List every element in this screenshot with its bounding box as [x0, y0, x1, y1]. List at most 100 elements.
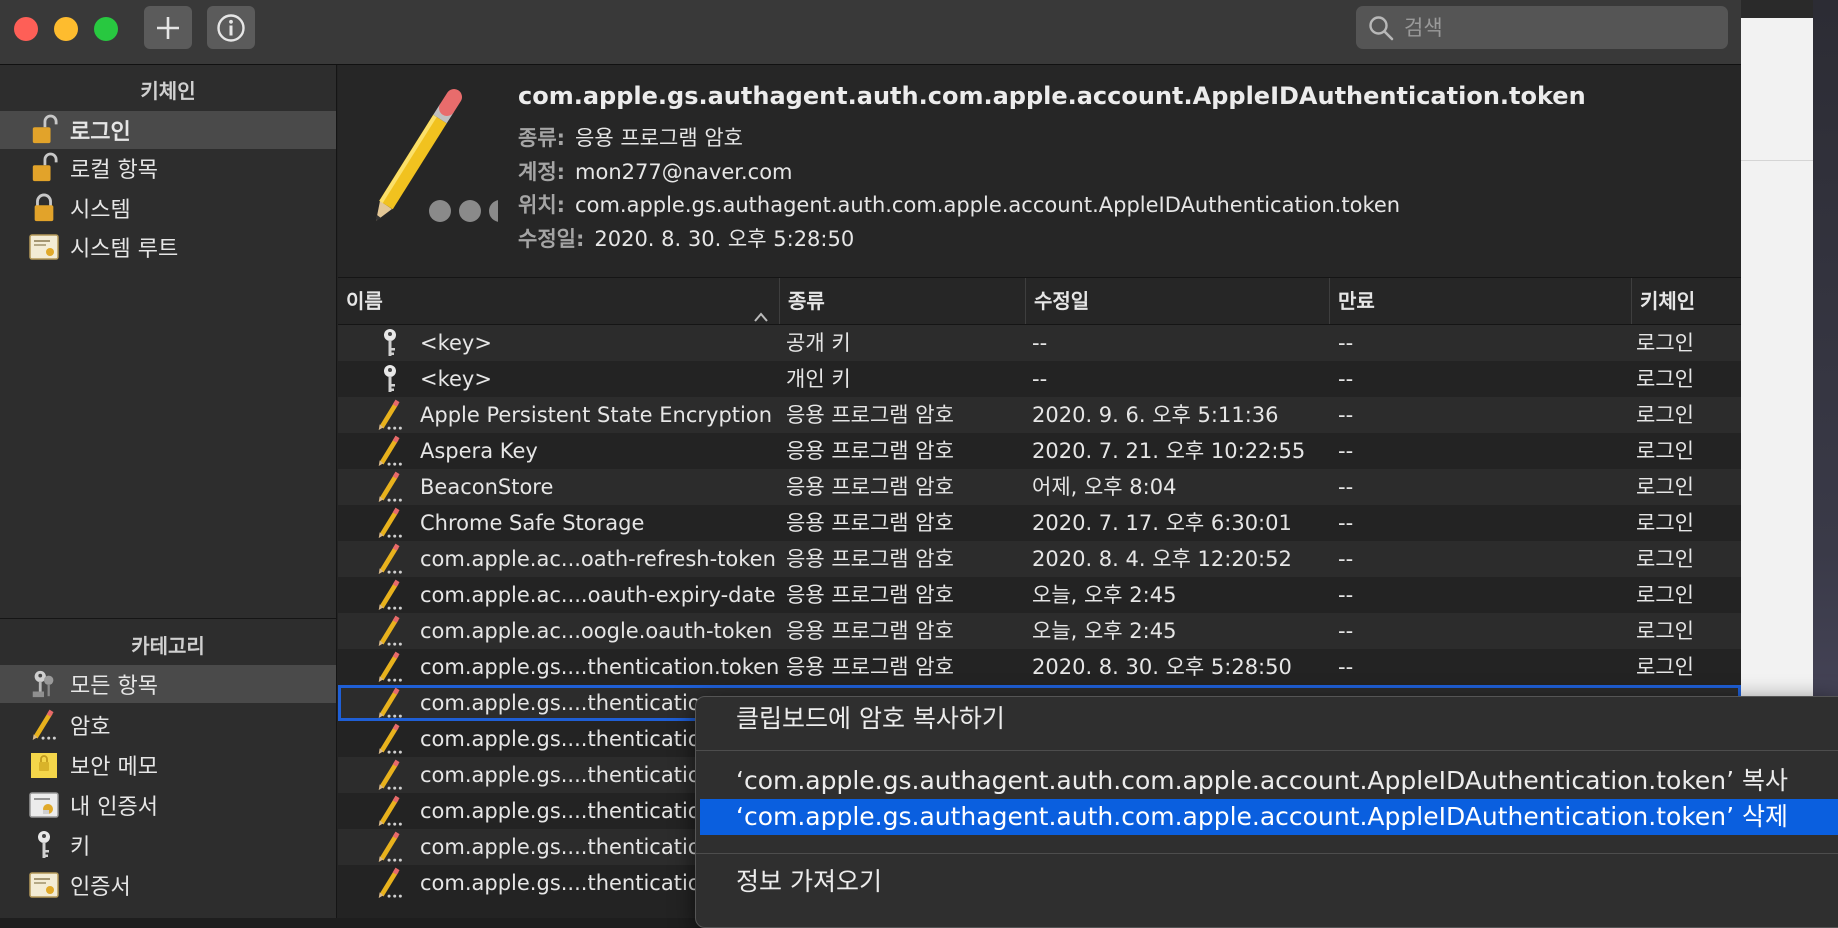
- column-header-modified[interactable]: 수정일: [1026, 278, 1330, 324]
- search-input[interactable]: [1402, 12, 1706, 44]
- expires-cell: --: [1338, 547, 1354, 571]
- column-header-label: 키체인: [1640, 289, 1696, 313]
- expires-cell: --: [1338, 475, 1354, 499]
- sidebar-item-login[interactable]: 로그인: [0, 111, 336, 149]
- column-header-kind[interactable]: 종류: [780, 278, 1026, 324]
- zoom-window-button[interactable]: [94, 17, 118, 41]
- key-icon: [375, 361, 405, 397]
- pencil-icon: [375, 433, 405, 469]
- sidebar-item-certificates[interactable]: 인증서: [0, 866, 336, 904]
- certificate-icon: [24, 230, 64, 264]
- keychains-section-title: 키체인: [140, 79, 196, 103]
- sidebar-item-label: 보안 메모: [70, 755, 158, 780]
- column-header-label: 만료: [1338, 289, 1375, 313]
- sidebar-item-label: 로컬 항목: [70, 158, 158, 183]
- modified-cell: 오늘, 오후 2:45: [1032, 583, 1177, 607]
- key-icon: [375, 325, 405, 361]
- where-row: 위치: com.apple.gs.authagent.auth.com.apple…: [518, 189, 1400, 219]
- menu-separator: [696, 750, 1838, 751]
- lock-open-icon: [24, 151, 64, 185]
- modified-cell: 2020. 7. 17. 오후 6:30:01: [1032, 511, 1292, 535]
- sidebar-item-label: 모든 항목: [70, 674, 158, 699]
- table-row[interactable]: Chrome Safe Storage 응용 프로그램 암호 2020. 7. 17…: [338, 505, 1741, 541]
- pencil-icon: [375, 829, 405, 865]
- pencil-icon: [375, 505, 405, 541]
- kind-label: 종류:: [518, 126, 566, 150]
- expires-cell: --: [1338, 439, 1354, 463]
- account-row: 계정: mon277@naver.com: [518, 156, 793, 186]
- where-value: com.apple.gs.authagent.auth.com.apple.ac…: [575, 193, 1401, 217]
- column-header-name[interactable]: 이름: [338, 278, 780, 324]
- background-window-divider: [1741, 160, 1813, 161]
- item-title: com.apple.gs.authagent.auth.com.apple.ac…: [518, 82, 1586, 110]
- kind-cell: 공개 키: [786, 331, 851, 355]
- search-field[interactable]: [1356, 6, 1728, 49]
- sidebar-item-keys[interactable]: 키: [0, 826, 336, 864]
- table-row[interactable]: <key> 개인 키 -- -- 로그인: [338, 361, 1741, 397]
- sidebar-item-my-certificates[interactable]: 내 인증서: [0, 786, 336, 824]
- modified-cell: --: [1032, 367, 1048, 391]
- modified-cell: 오늘, 오후 2:45: [1032, 619, 1177, 643]
- column-header-label: 종류: [788, 289, 825, 313]
- table-row[interactable]: BeaconStore 응용 프로그램 암호 어제, 오후 8:04 -- 로그인: [338, 469, 1741, 505]
- sidebar-item-label: 인증서: [70, 875, 131, 900]
- get-info-button[interactable]: [207, 6, 255, 49]
- kind-cell: 응용 프로그램 암호: [786, 547, 954, 571]
- table-row[interactable]: com.apple.ac....oauth-expiry-date 응용 프로그램…: [338, 577, 1741, 613]
- category-section-title: 카테고리: [131, 634, 205, 658]
- kind-row: 종류: 응용 프로그램 암호: [518, 122, 743, 152]
- name-cell: com.apple.ac...oogle.oauth-token: [420, 619, 773, 643]
- table-row[interactable]: com.apple.ac...oath-refresh-token 응용 프로그램…: [338, 541, 1741, 577]
- keychain-cell: 로그인: [1636, 583, 1694, 607]
- sidebar-item-local-items[interactable]: 로컬 항목: [0, 149, 336, 187]
- keychain-cell: 로그인: [1636, 331, 1694, 355]
- kind-cell: 응용 프로그램 암호: [786, 439, 954, 463]
- key-icon: [24, 828, 64, 862]
- menu-separator: [696, 853, 1838, 854]
- kind-cell: 응용 프로그램 암호: [786, 655, 954, 679]
- pencil-icon: [375, 793, 405, 829]
- table-row[interactable]: Apple Persistent State Encryption 응용 프로그램…: [338, 397, 1741, 433]
- table-row[interactable]: com.apple.gs....thentication.token 응용 프로그…: [338, 649, 1741, 685]
- pencil-icon: [375, 613, 405, 649]
- pencil-icon: [24, 708, 64, 742]
- sidebar-item-secure-notes[interactable]: 보안 메모: [0, 746, 336, 784]
- sidebar-item-label: 키: [70, 835, 91, 860]
- menu-item-delete-item[interactable]: ‘com.apple.gs.authagent.auth.com.apple.a…: [700, 799, 1838, 835]
- name-cell: com.apple.ac...oath-refresh-token: [420, 547, 776, 571]
- name-cell: Apple Persistent State Encryption: [420, 403, 773, 427]
- modified-cell: 2020. 8. 4. 오후 12:20:52: [1032, 547, 1292, 571]
- pencil-icon: [375, 397, 405, 433]
- menu-item-copy-password[interactable]: 클립보드에 암호 복사하기: [700, 701, 1838, 737]
- keychain-cell: 로그인: [1636, 511, 1694, 535]
- table-row[interactable]: <key> 공개 키 -- -- 로그인: [338, 325, 1741, 361]
- name-cell: Aspera Key: [420, 439, 538, 463]
- sidebar-item-all-items[interactable]: 모든 항목: [0, 665, 336, 703]
- add-item-button[interactable]: [144, 6, 192, 49]
- account-label: 계정:: [518, 160, 566, 184]
- sidebar-item-system[interactable]: 시스템: [0, 189, 336, 227]
- column-header-expires[interactable]: 만료: [1330, 278, 1632, 324]
- sidebar-item-system-roots[interactable]: 시스템 루트: [0, 228, 336, 266]
- sidebar-item-label: 시스템 루트: [70, 237, 179, 262]
- table-row[interactable]: com.apple.ac...oogle.oauth-token 응용 프로그램 …: [338, 613, 1741, 649]
- sidebar-item-label: 암호: [70, 715, 111, 740]
- name-cell: <key>: [420, 331, 492, 355]
- column-header-keychain[interactable]: 키체인: [1632, 278, 1741, 324]
- keychain-cell: 로그인: [1636, 403, 1694, 427]
- modified-cell: 2020. 7. 21. 오후 10:22:55: [1032, 439, 1306, 463]
- pencil-icon: [375, 685, 405, 721]
- close-window-button[interactable]: [14, 17, 38, 41]
- sidebar-item-passwords[interactable]: 암호: [0, 706, 336, 744]
- kind-cell: 응용 프로그램 암호: [786, 619, 954, 643]
- table-row[interactable]: Aspera Key 응용 프로그램 암호 2020. 7. 21. 오후 10:2…: [338, 433, 1741, 469]
- keys-icon: [24, 667, 64, 701]
- menu-item-copy-item[interactable]: ‘com.apple.gs.authagent.auth.com.apple.a…: [700, 763, 1838, 799]
- minimize-window-button[interactable]: [54, 17, 78, 41]
- sidebar: 키체인 로그인 로컬 항목 시스템 시스템 루트 카테고리 모든 항목 암호 보…: [0, 65, 337, 918]
- modified-cell: --: [1032, 331, 1048, 355]
- menu-item-get-info[interactable]: 정보 가져오기: [700, 864, 1838, 900]
- expires-cell: --: [1338, 583, 1354, 607]
- keychain-cell: 로그인: [1636, 619, 1694, 643]
- pencil-icon: [375, 757, 405, 793]
